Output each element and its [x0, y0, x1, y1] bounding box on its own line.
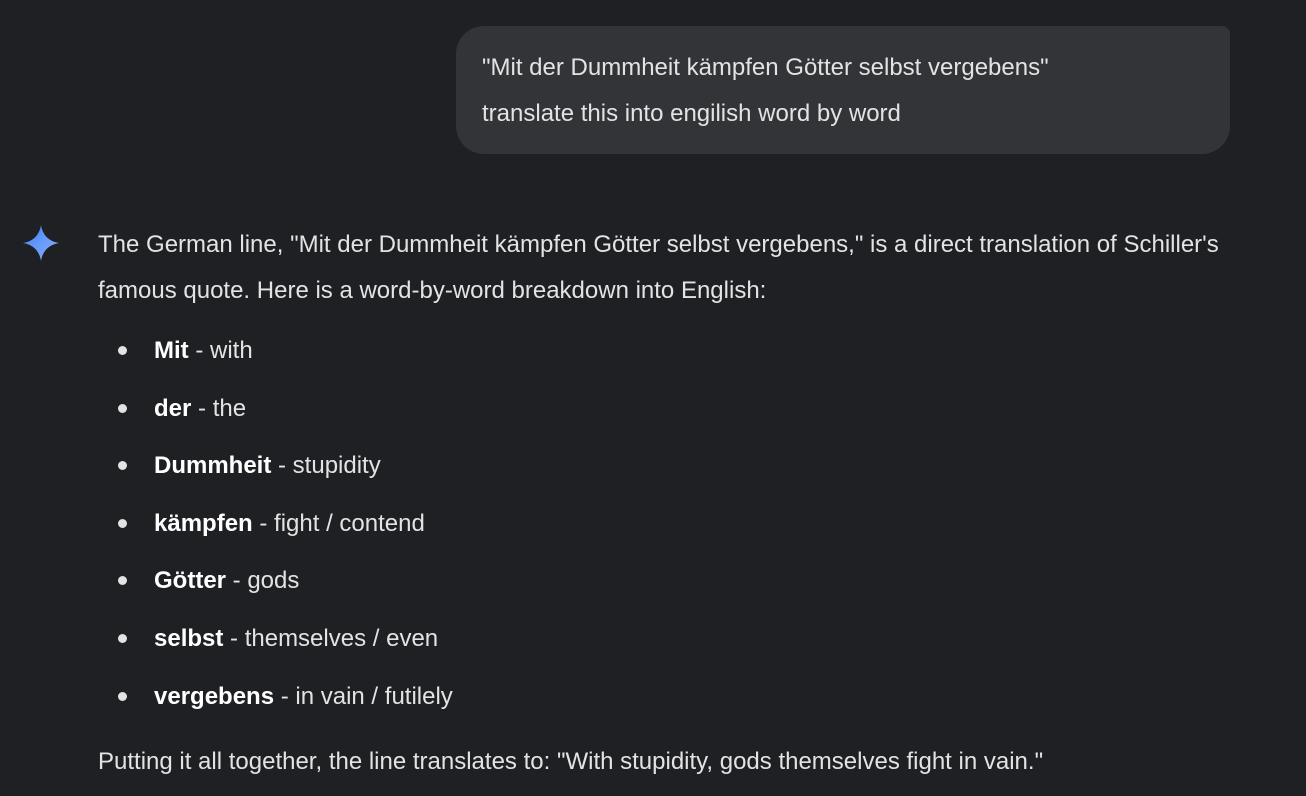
english-meaning: - themselves / even [223, 624, 439, 652]
response-conclusion: Putting it all together, the line transl… [98, 748, 1044, 776]
german-word: Dummheit [154, 452, 272, 480]
german-word: vergebens [154, 682, 275, 710]
chat-page: "Mit der Dummheit kämpfen Götter selbst … [0, 0, 1306, 796]
list-item: vergebens - in vain / futilely [98, 668, 1248, 726]
model-response: The German line, "Mit der Dummheit kämpf… [98, 222, 1248, 785]
german-word: der [154, 394, 192, 422]
user-message-bubble: "Mit der Dummheit kämpfen Götter selbst … [456, 26, 1230, 154]
german-word: kämpfen [154, 509, 253, 537]
german-word: selbst [154, 624, 224, 652]
german-word: Mit [154, 337, 189, 364]
english-meaning: - with [188, 337, 253, 364]
english-meaning: - fight / contend [252, 509, 425, 537]
bullet-dot-icon [118, 403, 127, 413]
list-item: Dummheit - stupidity [98, 437, 1248, 495]
list-item: der - the [98, 380, 1248, 438]
bullet-dot-icon [118, 691, 127, 701]
word-breakdown-list: Mit - with der - the Dummheit - stupidit… [98, 322, 1248, 725]
response-intro: The German line, "Mit der Dummheit kämpf… [98, 231, 1219, 304]
user-message-line-2: translate this into engilish word by wor… [482, 100, 901, 127]
bullet-dot-icon [118, 518, 127, 528]
english-meaning: - in vain / futilely [274, 682, 453, 710]
bullet-dot-icon [118, 346, 127, 355]
list-item: Mit - with [98, 322, 1248, 380]
list-item: Götter - gods [98, 552, 1248, 610]
user-message-line-1: "Mit der Dummheit kämpfen Götter selbst … [482, 54, 1049, 81]
bullet-dot-icon [118, 461, 127, 471]
english-meaning: - gods [226, 567, 300, 595]
english-meaning: - stupidity [271, 452, 381, 480]
list-item: selbst - themselves / even [98, 610, 1248, 668]
bullet-dot-icon [118, 576, 127, 586]
german-word: Götter [154, 567, 226, 595]
english-meaning: - the [191, 394, 247, 422]
list-item: kämpfen - fight / contend [98, 495, 1248, 553]
gemini-sparkle-icon [22, 224, 60, 262]
bullet-dot-icon [118, 633, 127, 643]
